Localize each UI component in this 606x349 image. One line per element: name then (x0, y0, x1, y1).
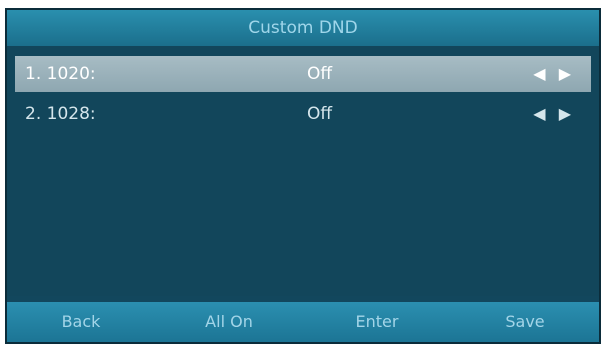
dnd-item-1[interactable]: 1. 1020: Off ◀ ▶ (15, 56, 591, 92)
screen-title: Custom DND (248, 18, 358, 38)
screen-title-bar: Custom DND (7, 10, 599, 46)
softkey-enter[interactable]: Enter (303, 302, 451, 342)
softkey-save[interactable]: Save (451, 302, 599, 342)
softkey-back[interactable]: Back (7, 302, 155, 342)
dnd-item-2-value: Off (307, 104, 333, 124)
softkey-all-on[interactable]: All On (155, 302, 303, 342)
dnd-item-2-label: 2. 1028: (25, 104, 96, 124)
dnd-item-1-arrows-icon[interactable]: ◀ ▶ (533, 56, 575, 92)
dnd-item-2[interactable]: 2. 1028: Off ◀ ▶ (15, 96, 591, 132)
softkey-bar: Back All On Enter Save (7, 302, 599, 342)
phone-screen: Custom DND 1. 1020: Off ◀ ▶ 2. 1028: Off… (5, 8, 601, 344)
dnd-item-2-arrows-icon[interactable]: ◀ ▶ (533, 96, 575, 132)
content-area: 1. 1020: Off ◀ ▶ 2. 1028: Off ◀ ▶ (7, 46, 599, 296)
dnd-item-1-value: Off (307, 64, 333, 84)
dnd-item-1-label: 1. 1020: (25, 64, 96, 84)
phone-frame: Custom DND 1. 1020: Off ◀ ▶ 2. 1028: Off… (0, 0, 606, 349)
